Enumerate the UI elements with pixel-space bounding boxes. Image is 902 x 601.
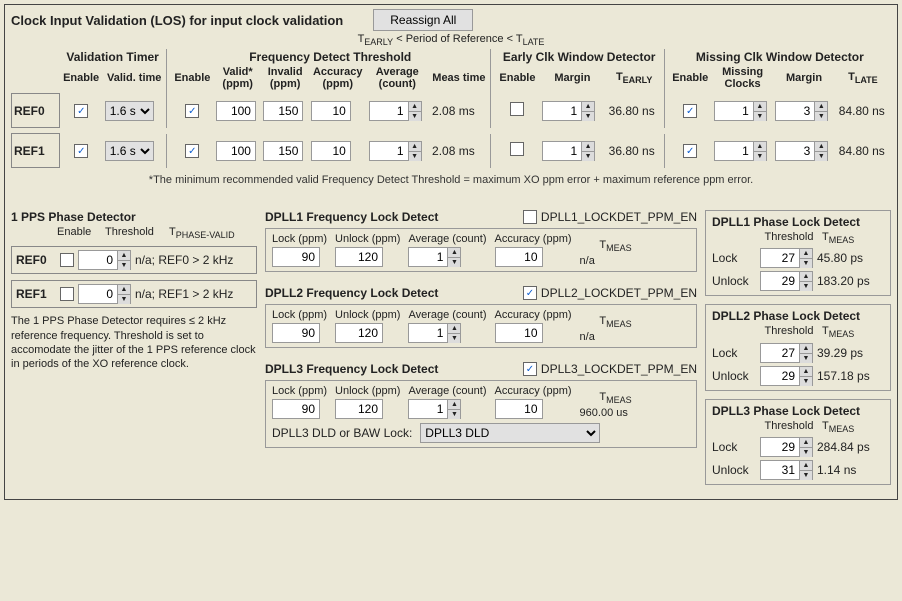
t-late-header: TLATE	[835, 65, 891, 91]
ref1-vt-enable-checkbox[interactable]: ✓	[74, 144, 88, 158]
ref1-t-late: 84.80 ns	[835, 134, 891, 168]
dpll1-pld-unlock-stepper[interactable]: ▲▼	[760, 271, 813, 291]
clock-validation-table: Validation Timer Frequency Detect Thresh…	[11, 49, 891, 168]
ref0-vt-enable-checkbox[interactable]: ✓	[74, 104, 88, 118]
reassign-all-button[interactable]: Reassign All	[373, 9, 473, 31]
dpll3-pld-lock-stepper[interactable]: ▲▼	[760, 437, 813, 457]
ref1-invalid-ppm-input[interactable]	[263, 141, 303, 161]
ref0-early-margin-stepper[interactable]: ▲▼	[542, 101, 595, 121]
ref0-t-early: 36.80 ns	[605, 94, 664, 128]
ref1-accuracy-ppm-input[interactable]	[311, 141, 351, 161]
pps-note: The 1 PPS Phase Detector requires ≤ 2 kH…	[11, 314, 257, 371]
ref1-early-margin-stepper[interactable]: ▲▼	[542, 141, 595, 161]
row-ref1-label: REF1	[12, 134, 60, 168]
ref0-accuracy-ppm-input[interactable]	[311, 101, 351, 121]
tphase-valid-label: TPHASE-VALID	[169, 226, 235, 240]
dpll3-avg-stepper[interactable]: ▲▼	[408, 399, 461, 419]
dpll1-unlock-ppm-input[interactable]	[335, 247, 383, 267]
dpll2-unlock-ppm-input[interactable]	[335, 323, 383, 343]
table-row: REF0 ✓ 1.6 s ✓ ▲▼ 2.08 ms ▲▼ 36.80 ns ✓ …	[12, 94, 892, 128]
ref1-missing-enable-checkbox[interactable]: ✓	[683, 144, 697, 158]
dpll1-lockdet-en-checkbox[interactable]	[523, 210, 537, 224]
dpll3-pld-unlock-stepper[interactable]: ▲▼	[760, 460, 813, 480]
clock-validation-panel: Clock Input Validation (LOS) for input c…	[4, 4, 898, 500]
ref0-valid-time-select[interactable]: 1.6 s	[105, 101, 154, 121]
dpll1-pld-lock-stepper[interactable]: ▲▼	[760, 248, 813, 268]
dpll1-accuracy-input[interactable]	[495, 247, 543, 267]
dpll2-pld-lock-stepper[interactable]: ▲▼	[760, 343, 813, 363]
ref0-missing-margin-stepper[interactable]: ▲▼	[775, 101, 828, 121]
ref0-t-late: 84.80 ns	[835, 94, 891, 128]
dpll1-fld-section: DPLL1 Frequency Lock Detect DPLL1_LOCKDE…	[265, 210, 697, 272]
ref0-valid-ppm-input[interactable]	[216, 101, 256, 121]
dpll2-lockdet-en-checkbox[interactable]: ✓	[523, 286, 537, 300]
dpll2-fld-section: DPLL2 Frequency Lock Detect ✓DPLL2_LOCKD…	[265, 286, 697, 348]
dpll2-pld-box: DPLL2 Phase Lock Detect ThresholdTMEAS L…	[705, 304, 891, 390]
dpll2-pld-unlock-stepper[interactable]: ▲▼	[760, 366, 813, 386]
ref1-average-stepper[interactable]: ▲▼	[369, 141, 422, 161]
dpll2-tmeas: n/a	[580, 331, 595, 343]
early-late-relation: TEARLY < Period of Reference < TLATE	[11, 33, 891, 47]
row-ref0-label: REF0	[12, 94, 60, 128]
pps-ref1-row: REF1 ▲▼ n/a; REF1 > 2 kHz	[11, 280, 257, 308]
pps-ref0-enable-checkbox[interactable]	[60, 253, 74, 267]
group-early: Early Clk Window Detector	[495, 49, 664, 65]
dpll2-avg-stepper[interactable]: ▲▼	[408, 323, 461, 343]
ref1-early-enable-checkbox[interactable]	[510, 142, 524, 156]
dpll1-lock-ppm-input[interactable]	[272, 247, 320, 267]
dpll3-unlock-ppm-input[interactable]	[335, 399, 383, 419]
ref1-fdt-enable-checkbox[interactable]: ✓	[185, 144, 199, 158]
dpll3-baw-label: DPLL3 DLD or BAW Lock:	[272, 426, 412, 440]
dpll3-lock-ppm-input[interactable]	[272, 399, 320, 419]
fdt-footnote: *The minimum recommended valid Frequency…	[11, 174, 891, 186]
group-fdt: Frequency Detect Threshold	[171, 49, 491, 65]
dpll2-accuracy-input[interactable]	[495, 323, 543, 343]
dpll3-pld-box: DPLL3 Phase Lock Detect ThresholdTMEAS L…	[705, 399, 891, 485]
pps-title: 1 PPS Phase Detector	[11, 210, 257, 224]
ref0-missing-enable-checkbox[interactable]: ✓	[683, 104, 697, 118]
dpll3-fld-section: DPLL3 Frequency Lock Detect ✓DPLL3_LOCKD…	[265, 362, 697, 448]
ref0-invalid-ppm-input[interactable]	[263, 101, 303, 121]
group-validation-timer: Validation Timer	[60, 49, 167, 65]
t-early-header: TEARLY	[605, 65, 664, 91]
ref1-missing-margin-stepper[interactable]: ▲▼	[775, 141, 828, 161]
table-row: REF1 ✓ 1.6 s ✓ ▲▼ 2.08 ms ▲▼ 36.80 ns ✓ …	[12, 134, 892, 168]
dpll3-lockdet-en-checkbox[interactable]: ✓	[523, 362, 537, 376]
ref1-valid-ppm-input[interactable]	[216, 141, 256, 161]
dpll3-tmeas: 960.00 us	[580, 407, 628, 419]
pps-ref1-threshold-stepper[interactable]: ▲▼	[78, 284, 131, 304]
dpll1-pld-box: DPLL1 Phase Lock Detect ThresholdTMEAS L…	[705, 210, 891, 296]
ref1-valid-time-select[interactable]: 1.6 s	[105, 141, 154, 161]
ref0-average-stepper[interactable]: ▲▼	[369, 101, 422, 121]
ref0-fdt-enable-checkbox[interactable]: ✓	[185, 104, 199, 118]
freq-lock-detect-column: DPLL1 Frequency Lock Detect DPLL1_LOCKDE…	[265, 210, 697, 493]
ref0-missing-clocks-stepper[interactable]: ▲▼	[714, 101, 767, 121]
ref0-meas-time: 2.08 ms	[428, 94, 490, 128]
ref0-early-enable-checkbox[interactable]	[510, 102, 524, 116]
pps-ref1-enable-checkbox[interactable]	[60, 287, 74, 301]
group-missing: Missing Clk Window Detector	[669, 49, 891, 65]
dpll2-lock-ppm-input[interactable]	[272, 323, 320, 343]
pps-ref0-threshold-stepper[interactable]: ▲▼	[78, 250, 131, 270]
ref1-t-early: 36.80 ns	[605, 134, 664, 168]
panel-title: Clock Input Validation (LOS) for input c…	[11, 13, 343, 28]
pps-ref0-row: REF0 ▲▼ n/a; REF0 > 2 kHz	[11, 246, 257, 274]
dpll1-tmeas: n/a	[580, 255, 595, 267]
ref1-missing-clocks-stepper[interactable]: ▲▼	[714, 141, 767, 161]
dpll1-avg-stepper[interactable]: ▲▼	[408, 247, 461, 267]
dpll3-baw-select[interactable]: DPLL3 DLD	[420, 423, 600, 443]
phase-lock-detect-column: DPLL1 Phase Lock Detect ThresholdTMEAS L…	[705, 210, 891, 493]
dpll3-accuracy-input[interactable]	[495, 399, 543, 419]
pps-phase-detector: 1 PPS Phase Detector Enable Threshold TP…	[11, 210, 257, 493]
ref1-meas-time: 2.08 ms	[428, 134, 490, 168]
